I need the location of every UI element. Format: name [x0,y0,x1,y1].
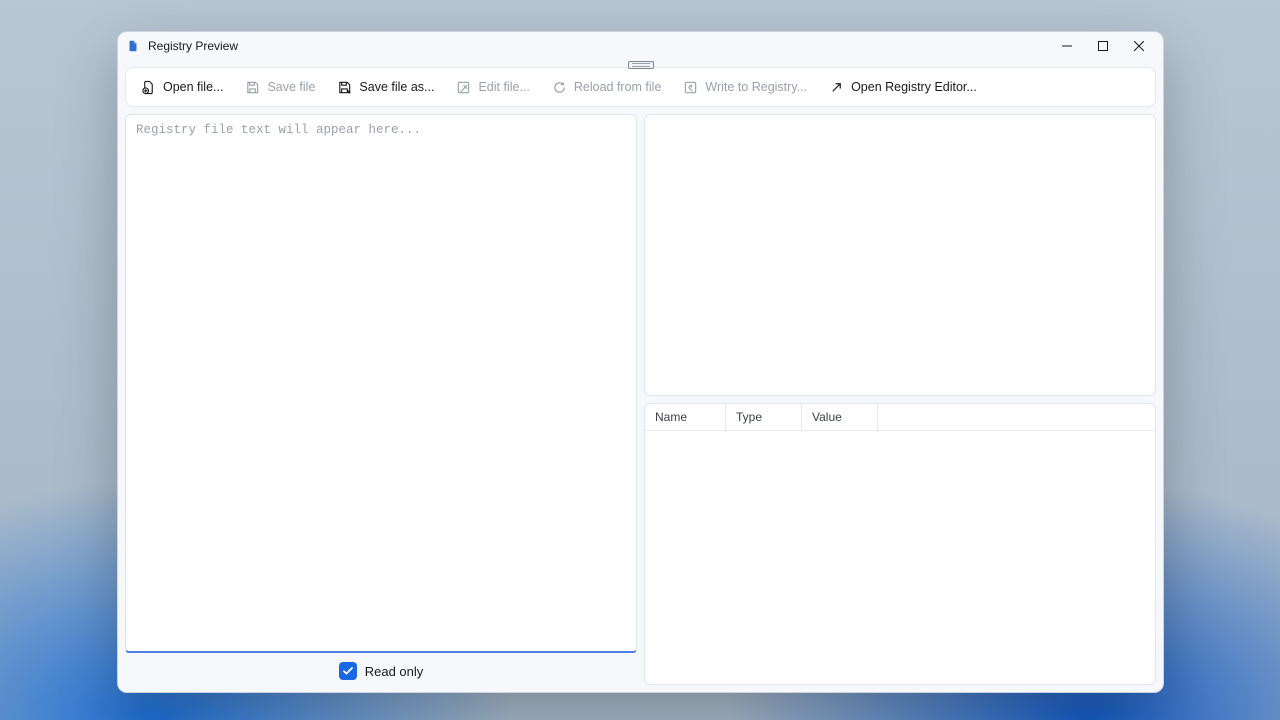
reload-button[interactable]: Reload from file [543,72,671,102]
column-header-name[interactable]: Name [645,404,726,430]
editor-footer: Read only [125,657,637,685]
registry-tree-view[interactable] [644,114,1156,396]
close-button[interactable] [1121,32,1157,60]
content-area: Registry file text will appear here... R… [118,107,1163,692]
save-icon [245,80,260,95]
save-file-label: Save file [267,80,315,94]
registry-values-table[interactable]: Name Type Value [644,403,1156,685]
save-file-as-label: Save file as... [359,80,434,94]
open-regedit-button[interactable]: Open Registry Editor... [820,72,986,102]
toolbar: Open file... Save file Save file as [125,67,1156,107]
open-file-icon [141,80,156,95]
app-window: Registry Preview [117,31,1164,693]
edit-file-button[interactable]: Edit file... [447,72,538,102]
reload-icon [552,80,567,95]
left-pane: Registry file text will appear here... R… [125,114,637,685]
save-as-icon [337,80,352,95]
write-registry-label: Write to Registry... [705,80,807,94]
minimize-button[interactable] [1049,32,1085,60]
open-external-icon [829,80,844,95]
desktop-background: Registry Preview [0,0,1280,720]
maximize-button[interactable] [1085,32,1121,60]
column-header-type[interactable]: Type [726,404,802,430]
column-header-value[interactable]: Value [802,404,878,430]
titlebar[interactable]: Registry Preview [118,32,1163,60]
open-regedit-label: Open Registry Editor... [851,80,977,94]
write-registry-button[interactable]: Write to Registry... [674,72,816,102]
app-icon [126,39,140,53]
edit-icon [456,80,471,95]
right-pane: Name Type Value [644,114,1156,685]
save-file-button[interactable]: Save file [236,72,324,102]
write-registry-icon [683,80,698,95]
window-title: Registry Preview [148,39,238,53]
save-file-as-button[interactable]: Save file as... [328,72,443,102]
read-only-label: Read only [365,664,424,679]
registry-text-editor[interactable]: Registry file text will appear here... [125,114,637,653]
values-header-row: Name Type Value [645,404,1155,431]
open-file-label: Open file... [163,80,223,94]
edit-file-label: Edit file... [478,80,529,94]
read-only-checkbox[interactable] [339,662,357,680]
editor-placeholder: Registry file text will appear here... [136,123,421,137]
titlebar-grip-icon[interactable] [628,61,654,69]
reload-label: Reload from file [574,80,662,94]
open-file-button[interactable]: Open file... [132,72,232,102]
